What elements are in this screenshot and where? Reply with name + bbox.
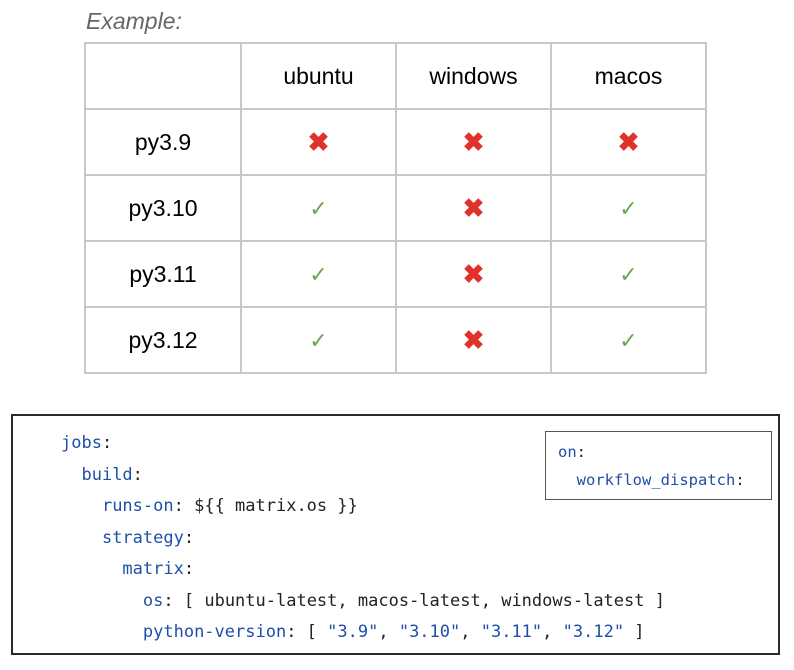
runs-on-value: ${{ matrix.os }} [194,496,358,516]
status-cell: ✓ [550,240,707,308]
strategy-key: strategy [101,527,184,548]
check-icon: ✓ [619,327,638,353]
os-value: ubuntu-latest [204,590,338,611]
os-value: windows-latest [501,590,645,611]
status-cell: ✓ [240,240,397,308]
status-cell: ✓ [240,306,397,374]
status-cell: ✖ [395,306,552,374]
os-python-matrix-table: ubuntu windows macos py3.9 ✖ ✖ ✖ py3.10 … [84,42,707,374]
status-cell: ✓ [550,306,707,374]
row-label: py3.12 [84,306,242,374]
trigger-yaml: on: workflow_dispatch: [558,443,745,489]
example-caption: Example: [86,8,182,34]
os-open-bracket: [ [183,590,205,611]
check-icon: ✓ [309,327,328,353]
status-cell: ✖ [550,108,707,176]
cross-icon: ✖ [462,126,485,157]
status-cell: ✓ [240,174,397,242]
header-macos: macos [550,42,707,110]
os-value: macos-latest [357,590,481,611]
jobs-key: jobs [61,433,102,453]
cross-icon: ✖ [462,324,485,355]
row-label: py3.10 [84,174,242,242]
header-windows: windows [395,42,552,110]
python-version-value: "3.12" [562,622,625,642]
python-version-key: python-version [142,622,287,642]
table-row: py3.12 ✓ ✖ ✓ [84,306,707,374]
header-ubuntu: ubuntu [240,42,397,110]
workflow-code-block: jobs: build: runs-on: ${{ matrix.os }} s… [11,414,780,655]
cross-icon: ✖ [617,126,640,157]
workflow-dispatch-key: workflow_dispatch [576,471,736,489]
check-icon: ✓ [619,195,638,221]
python-version-value: "3.9" [327,622,379,642]
trigger-code-block: on: workflow_dispatch: [545,431,772,500]
build-key: build [81,464,133,485]
status-cell: ✖ [395,174,552,242]
runs-on-key: runs-on [101,496,174,516]
header-corner-cell [84,42,242,110]
on-key: on [558,443,577,461]
os-key: os [142,590,164,611]
table-row: py3.10 ✓ ✖ ✓ [84,174,707,242]
check-icon: ✓ [619,261,638,287]
check-icon: ✓ [309,195,328,221]
cross-icon: ✖ [462,258,485,289]
status-cell: ✖ [395,108,552,176]
cross-icon: ✖ [462,192,485,223]
table-row: py3.11 ✓ ✖ ✓ [84,240,707,308]
status-cell: ✓ [550,174,707,242]
row-label: py3.9 [84,108,242,176]
table-row: py3.9 ✖ ✖ ✖ [84,108,707,176]
python-version-value: "3.10" [398,622,461,642]
matrix-key: matrix [122,559,184,579]
python-open-bracket: [ [306,622,328,642]
python-close-bracket: ] [624,622,645,642]
cross-icon: ✖ [307,126,330,157]
table-header-row: ubuntu windows macos [84,42,707,110]
row-label: py3.11 [84,240,242,308]
status-cell: ✖ [395,240,552,308]
python-version-value: "3.11" [480,622,543,642]
status-cell: ✖ [240,108,397,176]
os-close-bracket: ] [644,590,665,611]
check-icon: ✓ [309,261,328,287]
